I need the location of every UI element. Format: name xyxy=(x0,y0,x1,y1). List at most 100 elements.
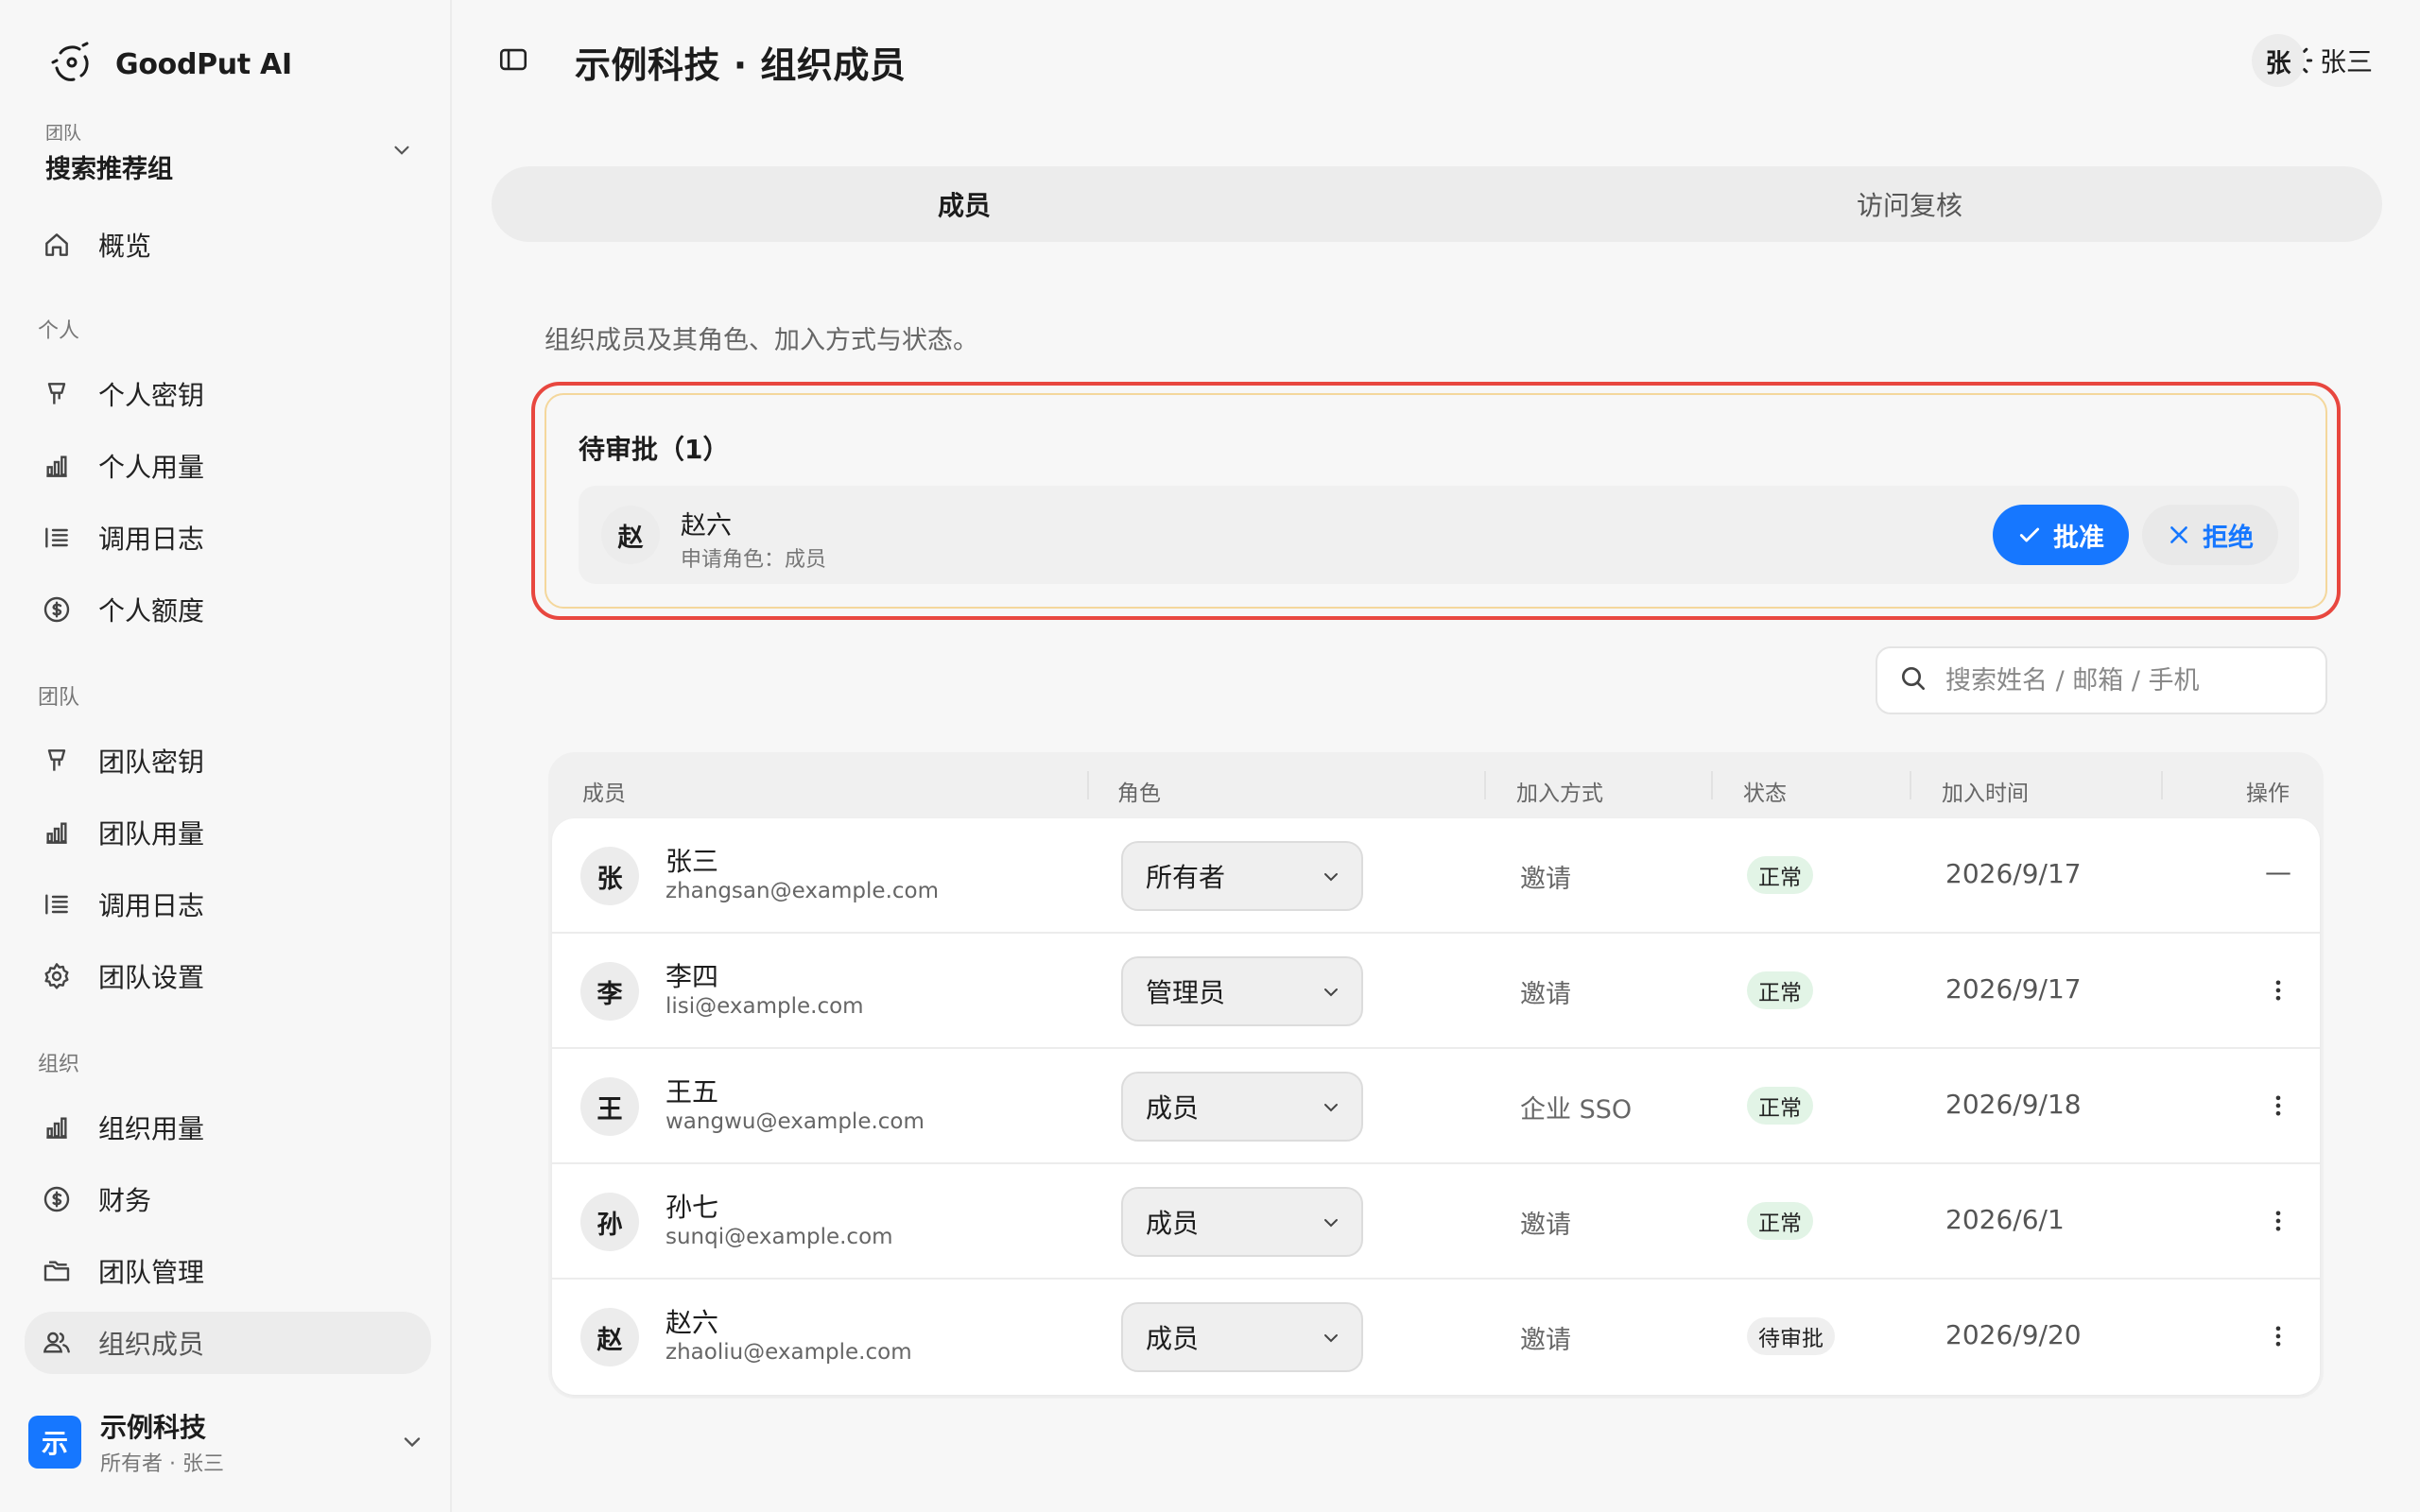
column-header-role: 角色 xyxy=(1117,782,1161,806)
key-icon xyxy=(40,744,74,778)
chevron-down-icon xyxy=(1324,1104,1338,1112)
sidebar-item-team-management[interactable]: 团队管理 xyxy=(25,1240,431,1302)
sidebar-item-team-keys[interactable]: 团队密钥 xyxy=(25,730,431,792)
sidebar-item-finance[interactable]: 财务 xyxy=(25,1168,431,1230)
members-table: 成员 角色 加入方式 状态 加入时间 操作 张 张三 zhangsan@exam… xyxy=(548,752,2324,1399)
role-select[interactable]: 所有者 xyxy=(1121,841,1363,911)
sidebar-item-label: 财务 xyxy=(98,1185,152,1216)
search-input[interactable] xyxy=(1945,665,2305,696)
sidebar-item-label: 组织用量 xyxy=(98,1113,205,1144)
key-icon xyxy=(40,377,74,411)
section-label-team: 团队 xyxy=(38,686,80,710)
join-method: 邀请 xyxy=(1520,1211,1571,1240)
sidebar-item-personal-keys[interactable]: 个人密钥 xyxy=(25,363,431,425)
page-title: 示例科技 · 组织成员 xyxy=(575,44,907,86)
brand[interactable]: GoodPut AI xyxy=(49,40,292,89)
pending-requested-role: 申请角色：成员 xyxy=(681,548,827,572)
sidebar-item-personal-quota[interactable]: 个人额度 xyxy=(25,578,431,641)
close-icon xyxy=(2170,526,2187,543)
sidebar-item-team-settings[interactable]: 团队设置 xyxy=(25,945,431,1007)
no-action: — xyxy=(2265,856,2291,887)
table-row: 李 李四 lisi@example.com 管理员 邀请 正常 2026/9/1… xyxy=(552,934,2320,1049)
sidebar-item-label: 个人密钥 xyxy=(98,380,205,411)
status-badge: 正常 xyxy=(1747,856,1813,894)
sidebar-item-team-logs[interactable]: 调用日志 xyxy=(25,873,431,936)
member-email: zhangsan@example.com xyxy=(666,879,940,903)
column-header-join-method: 加入方式 xyxy=(1516,782,1603,806)
avatar: 李 xyxy=(580,962,639,1021)
approve-label: 批准 xyxy=(2053,523,2104,553)
role-select[interactable]: 管理员 xyxy=(1121,956,1363,1026)
reject-label: 拒绝 xyxy=(2203,523,2254,553)
gear-icon xyxy=(40,959,74,993)
tab-access-review[interactable]: 访问复核 xyxy=(1437,166,2382,242)
sidebar-item-label: 团队管理 xyxy=(98,1257,205,1288)
member-name: 孙七 xyxy=(666,1192,719,1223)
join-method: 邀请 xyxy=(1520,865,1571,894)
sidebar-item-org-usage[interactable]: 组织用量 xyxy=(25,1096,431,1159)
joined-date: 2026/9/17 xyxy=(1945,858,2082,889)
role-select[interactable]: 成员 xyxy=(1121,1187,1363,1257)
dollar-circle-icon xyxy=(40,1182,74,1216)
column-header-status: 状态 xyxy=(1743,782,1787,806)
table-row: 孙 孙七 sunqi@example.com 成员 邀请 正常 2026/6/1 xyxy=(552,1164,2320,1280)
avatar: 赵 xyxy=(601,506,660,564)
member-email: wangwu@example.com xyxy=(666,1109,925,1134)
search-box xyxy=(1876,646,2327,714)
check-icon xyxy=(2019,527,2040,542)
reject-button[interactable]: 拒绝 xyxy=(2142,505,2278,565)
section-label-org: 组织 xyxy=(38,1053,80,1076)
section-label-personal: 个人 xyxy=(38,319,80,343)
users-icon xyxy=(40,1326,74,1360)
chevron-down-icon xyxy=(1324,1219,1338,1228)
bar-chart-icon xyxy=(40,1110,74,1144)
member-email: lisi@example.com xyxy=(666,994,864,1019)
sidebar-item-label: 团队用量 xyxy=(98,818,205,850)
role-value: 管理员 xyxy=(1146,977,1226,1008)
member-name: 张三 xyxy=(666,846,719,877)
join-method: 邀请 xyxy=(1520,1326,1571,1355)
joined-date: 2026/9/17 xyxy=(1945,973,2082,1005)
home-icon xyxy=(40,228,74,262)
sidebar-toggle-icon[interactable] xyxy=(497,43,529,76)
sidebar-item-personal-logs[interactable]: 调用日志 xyxy=(25,507,431,569)
pending-name: 赵六 xyxy=(681,511,732,541)
sidebar-item-label: 组织成员 xyxy=(98,1329,205,1360)
user-menu[interactable]: 张 张三 xyxy=(2251,34,2373,87)
tab-members[interactable]: 成员 xyxy=(492,166,1437,242)
team-name: 搜索推荐组 xyxy=(45,155,173,184)
role-select[interactable]: 成员 xyxy=(1121,1072,1363,1142)
org-switcher[interactable]: 示 示例科技 所有者 · 张三 xyxy=(28,1408,425,1476)
app-name: GoodPut AI xyxy=(115,47,292,81)
page-description: 组织成员及其角色、加入方式与状态。 xyxy=(544,326,978,355)
more-actions-icon[interactable] xyxy=(2257,1085,2299,1126)
more-actions-icon[interactable] xyxy=(2257,1200,2299,1242)
sidebar-item-personal-usage[interactable]: 个人用量 xyxy=(25,435,431,497)
column-divider xyxy=(2161,771,2163,799)
joined-date: 2026/9/18 xyxy=(1945,1089,2082,1120)
status-badge: 正常 xyxy=(1747,971,1813,1009)
column-header-actions: 操作 xyxy=(2246,782,2290,806)
team-caption: 团队 xyxy=(45,123,82,144)
sidebar-item-team-usage[interactable]: 团队用量 xyxy=(25,801,431,864)
chevron-down-icon xyxy=(399,1429,425,1459)
role-value: 成员 xyxy=(1146,1092,1200,1124)
column-divider xyxy=(1711,771,1713,799)
role-value: 成员 xyxy=(1146,1208,1200,1239)
sidebar-item-org-members[interactable]: 组织成员 xyxy=(25,1312,431,1374)
sidebar: GoodPut AI 团队 搜索推荐组 概览 个人 个人密钥 个人用量 调用日志 xyxy=(0,0,452,1512)
table-row: 王 王五 wangwu@example.com 成员 企业 SSO 正常 202… xyxy=(552,1049,2320,1164)
avatar: 张 xyxy=(2251,34,2305,87)
approve-button[interactable]: 批准 xyxy=(1993,505,2129,565)
role-select[interactable]: 成员 xyxy=(1121,1302,1363,1372)
member-email: sunqi@example.com xyxy=(666,1225,893,1249)
sidebar-item-label: 团队密钥 xyxy=(98,747,205,778)
sidebar-item-label: 概览 xyxy=(98,231,152,262)
column-divider xyxy=(1087,771,1089,799)
avatar: 孙 xyxy=(580,1193,639,1251)
team-switcher[interactable]: 团队 搜索推荐组 xyxy=(45,119,414,184)
sidebar-item-overview[interactable]: 概览 xyxy=(25,214,431,276)
join-method: 邀请 xyxy=(1520,980,1571,1009)
more-actions-icon[interactable] xyxy=(2257,970,2299,1011)
more-actions-icon[interactable] xyxy=(2257,1315,2299,1357)
